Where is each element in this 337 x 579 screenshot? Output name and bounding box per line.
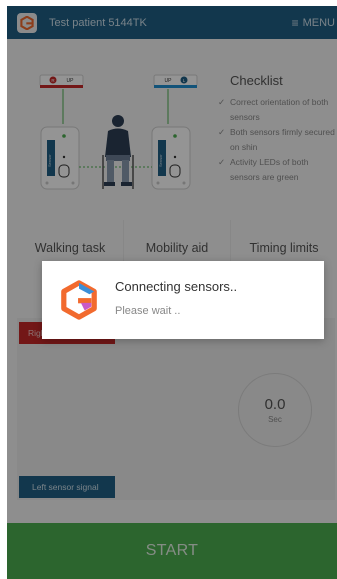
app-logo-icon — [61, 280, 97, 320]
connecting-dialog: Connecting sensors.. Please wait .. — [42, 261, 324, 339]
app-screen: Test patient 5144TK ≡ MENU R UP L UP Sen… — [7, 6, 337, 579]
dialog-title: Connecting sensors.. — [115, 279, 238, 294]
dialog-message: Please wait .. — [115, 305, 181, 317]
